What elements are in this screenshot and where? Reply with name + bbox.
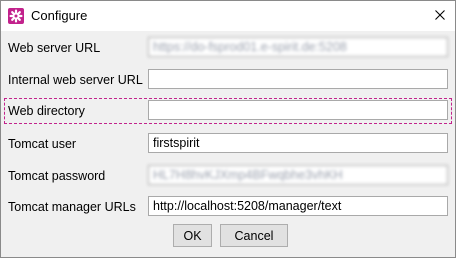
tomcat-password-label: Tomcat password bbox=[8, 169, 106, 183]
tomcat-password-field[interactable]: HL7H8hvKJXmp4BFwqbhe3vhKH bbox=[148, 165, 448, 185]
web-directory-label: Web directory bbox=[8, 104, 85, 118]
tomcat-manager-urls-field[interactable]: http://localhost:5208/manager/text bbox=[148, 196, 448, 216]
form-row-tomcat-password: Tomcat password HL7H8hvKJXmp4BFwqbhe3vhK… bbox=[4, 163, 452, 189]
window-title: Configure bbox=[31, 8, 88, 23]
form-row-internal-web-server-url: Internal web server URL bbox=[4, 67, 452, 93]
web-server-url-field[interactable]: https://do-fsprod01.e-spirit.de:5208 bbox=[148, 37, 448, 57]
form-row-tomcat-manager-urls: Tomcat manager URLs http://localhost:520… bbox=[4, 194, 452, 220]
cancel-button[interactable]: Cancel bbox=[220, 224, 288, 247]
close-icon bbox=[435, 7, 445, 25]
form-row-web-server-url: Web server URL https://do-fsprod01.e-spi… bbox=[4, 35, 452, 61]
web-directory-field[interactable] bbox=[148, 100, 448, 120]
web-server-url-label: Web server URL bbox=[8, 41, 101, 55]
tomcat-user-label: Tomcat user bbox=[8, 137, 77, 151]
close-button[interactable] bbox=[425, 1, 455, 31]
tomcat-user-field[interactable]: firstspirit bbox=[148, 133, 448, 153]
form-row-web-directory: Web directory bbox=[4, 98, 452, 124]
configure-dialog: Configure Web server URL https://do-fspr… bbox=[0, 0, 456, 258]
internal-web-server-url-label: Internal web server URL bbox=[8, 73, 143, 87]
tomcat-manager-urls-label: Tomcat manager URLs bbox=[8, 200, 136, 214]
gear-icon bbox=[8, 8, 24, 24]
title-bar: Configure bbox=[1, 1, 455, 31]
internal-web-server-url-field[interactable] bbox=[148, 69, 448, 89]
form-row-tomcat-user: Tomcat user firstspirit bbox=[4, 131, 452, 157]
ok-button[interactable]: OK bbox=[173, 224, 212, 247]
